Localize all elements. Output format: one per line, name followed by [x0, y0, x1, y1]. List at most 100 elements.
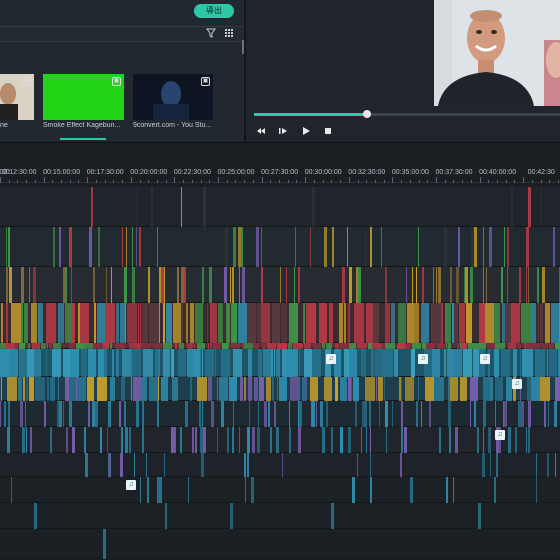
- timeline-clip[interactable]: [370, 401, 371, 427]
- timeline-clip[interactable]: [386, 427, 387, 453]
- timeline-clip[interactable]: [555, 453, 556, 477]
- timeline-clip[interactable]: [106, 267, 107, 303]
- timeline-clip[interactable]: [496, 453, 498, 477]
- timeline-clip[interactable]: [190, 303, 194, 343]
- timeline-clip[interactable]: [35, 377, 45, 401]
- timeline-clip[interactable]: [4, 401, 6, 427]
- timeline-clip[interactable]: [148, 267, 150, 303]
- timeline-clip[interactable]: [398, 303, 406, 343]
- media-thumbnail[interactable]: ▣: [133, 74, 213, 120]
- timeline-clip[interactable]: [444, 349, 446, 377]
- timeline-clip[interactable]: [233, 349, 242, 377]
- timeline-clip[interactable]: [132, 349, 141, 377]
- timeline-clip[interactable]: [241, 227, 243, 267]
- timeline-clip[interactable]: [58, 377, 59, 401]
- timeline-clip[interactable]: [238, 303, 247, 343]
- panel-resize-handle[interactable]: [242, 40, 244, 54]
- timeline-clip[interactable]: [528, 427, 530, 453]
- timeline-clip[interactable]: [531, 303, 536, 343]
- timeline-clip[interactable]: [116, 303, 119, 343]
- timeline-clip[interactable]: [160, 477, 162, 503]
- timeline-clip[interactable]: [349, 267, 352, 303]
- timeline-clip[interactable]: [125, 427, 128, 453]
- timeline-clip[interactable]: [340, 377, 347, 401]
- timeline-clip[interactable]: [26, 377, 28, 401]
- timeline-clip[interactable]: [541, 187, 542, 227]
- timeline-clip[interactable]: [490, 377, 493, 401]
- timeline-clip[interactable]: [299, 349, 300, 377]
- timeline-clip[interactable]: [504, 227, 505, 267]
- timeline-clip[interactable]: [355, 401, 357, 427]
- timeline-clip[interactable]: [139, 227, 141, 267]
- timeline-clip[interactable]: [149, 377, 158, 401]
- timeline-clip[interactable]: [217, 427, 218, 453]
- timeline-clip[interactable]: [26, 427, 27, 453]
- timeline-clip[interactable]: [178, 349, 186, 377]
- timeline-clip[interactable]: [149, 303, 159, 343]
- timeline-clip[interactable]: [465, 267, 468, 303]
- timeline-track[interactable]: [0, 503, 560, 529]
- timeline-clip[interactable]: [70, 349, 79, 377]
- timeline-clip[interactable]: [11, 303, 21, 343]
- timeline-clip[interactable]: [526, 427, 527, 453]
- timeline-clip[interactable]: [276, 427, 279, 453]
- timeline-clip[interactable]: [422, 267, 424, 303]
- timeline-clip[interactable]: [411, 349, 415, 377]
- timeline-clip[interactable]: [247, 453, 249, 477]
- timeline-clip[interactable]: [127, 303, 137, 343]
- timeline-clip[interactable]: [30, 427, 32, 453]
- timeline-clip[interactable]: [207, 303, 208, 343]
- timeline-clip[interactable]: [470, 377, 478, 401]
- timeline-clip[interactable]: [490, 453, 491, 477]
- timeline-clip[interactable]: [249, 401, 250, 427]
- timeline-clip[interactable]: [483, 227, 484, 267]
- timeline-clip[interactable]: [50, 427, 52, 453]
- media-thumbnail[interactable]: ▣: [0, 74, 34, 120]
- timeline-clip[interactable]: [298, 427, 301, 453]
- timeline-clip[interactable]: [538, 303, 539, 343]
- timeline-clip[interactable]: [299, 401, 302, 427]
- timeline-clip[interactable]: [261, 267, 263, 303]
- timeline-clip[interactable]: [221, 401, 224, 427]
- timeline-clip[interactable]: [104, 349, 107, 377]
- timeline-clip[interactable]: [85, 453, 88, 477]
- timeline-clip[interactable]: [483, 427, 484, 453]
- timeline-clip[interactable]: [279, 377, 287, 401]
- timeline-clip[interactable]: [142, 303, 148, 343]
- timeline-clip[interactable]: [365, 377, 375, 401]
- timeline-clip[interactable]: [416, 267, 417, 303]
- timeline-clip[interactable]: [242, 267, 245, 303]
- timeline-clip[interactable]: [528, 187, 531, 227]
- timeline-clip[interactable]: [324, 227, 327, 267]
- timeline-clip[interactable]: [110, 377, 115, 401]
- timeline-clip[interactable]: [24, 303, 28, 343]
- timeline-clip[interactable]: [201, 453, 204, 477]
- timeline-clip[interactable]: [72, 303, 75, 343]
- timeline-clip[interactable]: [245, 477, 246, 503]
- timeline-clip[interactable]: [166, 303, 172, 343]
- timeline-clip[interactable]: [172, 377, 178, 401]
- timeline-clip[interactable]: [21, 267, 24, 303]
- timeline-clip[interactable]: [103, 529, 106, 559]
- timeline-clip[interactable]: [188, 477, 189, 503]
- timeline-clip[interactable]: [100, 427, 102, 453]
- timeline-clip[interactable]: [439, 427, 441, 453]
- timeline-clip[interactable]: [521, 401, 524, 427]
- timeline-clip[interactable]: [266, 377, 271, 401]
- timeline-clip[interactable]: [353, 377, 359, 401]
- timeline-clip[interactable]: [494, 303, 500, 343]
- timeline-clip[interactable]: [89, 227, 92, 267]
- timeline-clip[interactable]: [555, 377, 560, 401]
- timeline-clip[interactable]: [120, 453, 123, 477]
- timeline-clip[interactable]: [322, 427, 325, 453]
- timeline-clip[interactable]: [483, 401, 486, 427]
- timeline-clip[interactable]: [381, 227, 382, 267]
- timeline-clip[interactable]: [69, 401, 72, 427]
- timeline-track[interactable]: [0, 227, 560, 267]
- timeline-clip[interactable]: [59, 401, 62, 427]
- timeline-clip[interactable]: [116, 349, 119, 377]
- timeline-clip[interactable]: [466, 303, 472, 343]
- timeline-clip[interactable]: [502, 349, 510, 377]
- timeline-clip[interactable]: [185, 401, 188, 427]
- timeline-clip[interactable]: [224, 267, 227, 303]
